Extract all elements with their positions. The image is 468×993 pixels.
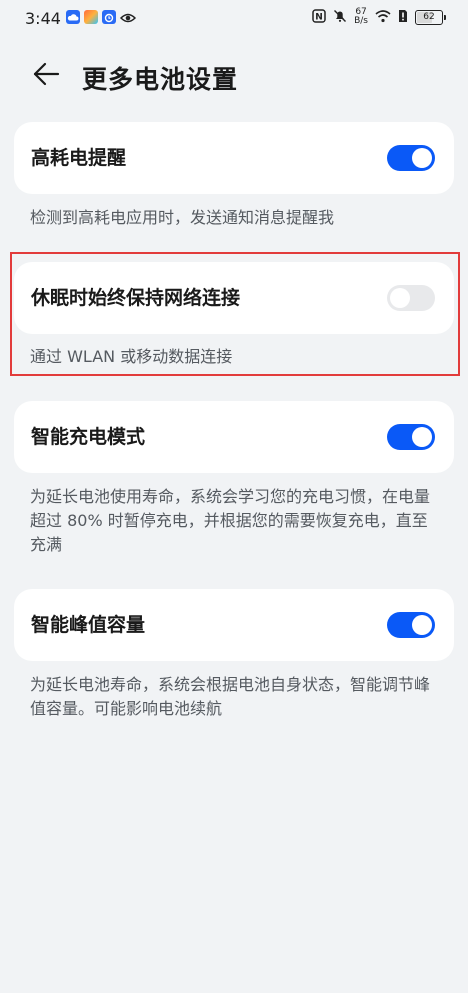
gallery-app-icon	[84, 10, 98, 24]
toggle-knob	[390, 288, 410, 308]
setting-card-smart-charging: 智能充电模式	[14, 401, 454, 473]
sim-alert-icon	[398, 9, 408, 26]
cloud-app-icon	[66, 10, 80, 24]
alarm-app-icon	[102, 10, 116, 24]
setting-description: 为延长电池使用寿命，系统会学习您的充电习惯，在电量超过 80% 时暂停充电，并根…	[30, 487, 431, 554]
keep-network-toggle[interactable]	[387, 285, 435, 311]
net-speed-unit: B/s	[354, 16, 368, 26]
nfc-icon: N	[312, 8, 326, 26]
setting-label: 智能峰值容量	[31, 614, 146, 636]
page-title: 更多电池设置	[82, 65, 239, 94]
smart-charging-toggle[interactable]	[387, 424, 435, 450]
system-icons: N 67 B/s 62	[312, 8, 446, 26]
wifi-icon	[375, 9, 391, 26]
battery-icon: 62	[415, 9, 446, 25]
svg-text:N: N	[315, 12, 323, 22]
setting-label: 高耗电提醒	[31, 147, 127, 169]
page-header: 更多电池设置	[0, 50, 468, 100]
back-arrow-icon[interactable]	[32, 62, 60, 86]
setting-card-high-power-alert: 高耗电提醒	[14, 122, 454, 194]
notification-icons	[66, 10, 137, 24]
setting-label: 休眠时始终保持网络连接	[31, 287, 241, 309]
high-power-alert-toggle[interactable]	[387, 145, 435, 171]
setting-card-smart-peak-capacity: 智能峰值容量	[14, 589, 454, 661]
toggle-knob	[412, 427, 432, 447]
toggle-knob	[412, 148, 432, 168]
setting-card-keep-network-connected: 休眠时始终保持网络连接	[14, 262, 454, 334]
toggle-knob	[412, 615, 432, 635]
smart-peak-capacity-toggle[interactable]	[387, 612, 435, 638]
eye-icon	[119, 10, 137, 24]
setting-description: 通过 WLAN 或移动数据连接	[30, 347, 233, 366]
setting-description: 检测到高耗电应用时，发送通知消息提醒我	[30, 208, 335, 227]
status-time: 3:44	[25, 9, 61, 28]
setting-label: 智能充电模式	[31, 426, 146, 448]
network-speed: 67 B/s	[354, 8, 368, 26]
mute-icon	[333, 9, 347, 26]
setting-description: 为延长电池寿命，系统会根据电池自身状态，智能调节峰值容量。可能影响电池续航	[30, 675, 431, 718]
status-bar: 3:44 N 67 B/s 62	[0, 0, 468, 40]
battery-level: 62	[423, 11, 435, 22]
